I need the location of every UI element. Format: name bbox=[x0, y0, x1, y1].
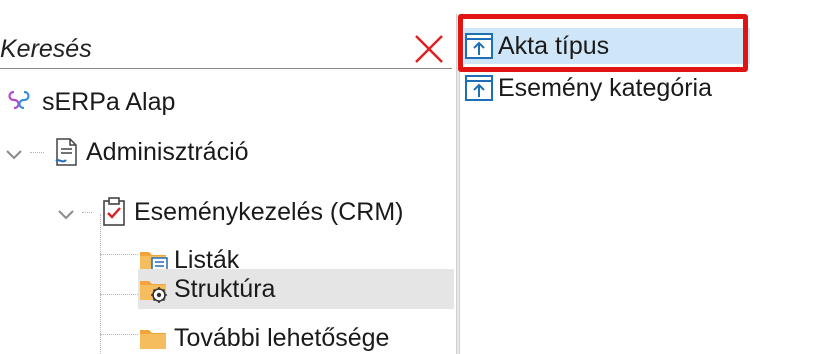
chevron-down-icon[interactable] bbox=[4, 142, 24, 162]
search-input[interactable] bbox=[0, 34, 400, 64]
tree-node-more-options[interactable]: További lehetősége bbox=[138, 318, 389, 354]
tree-connector bbox=[30, 151, 44, 153]
top-strip bbox=[0, 0, 834, 15]
folder-icon bbox=[138, 322, 170, 354]
navigation-tree: sERPa Alap Adminisztráció bbox=[0, 14, 456, 354]
tree-node-label: Eseménykezelés (CRM) bbox=[134, 198, 404, 226]
close-x-icon[interactable] bbox=[412, 32, 446, 66]
search-bar bbox=[0, 30, 452, 69]
navigation-pane: sERPa Alap Adminisztráció bbox=[0, 14, 456, 354]
tree-connector bbox=[100, 254, 138, 255]
list-item-esemeny-kategoria[interactable]: Esemény kategória bbox=[464, 70, 712, 106]
list-item-label: Akta típus bbox=[498, 31, 610, 60]
tree-connector bbox=[82, 211, 92, 213]
content-list-pane: Akta típus Esemény kategória bbox=[458, 14, 834, 354]
app-logo-icon bbox=[4, 86, 38, 118]
tree-node-structure[interactable]: Struktúra bbox=[138, 269, 454, 309]
upload-arrow-icon bbox=[464, 31, 494, 61]
tree-connector bbox=[100, 334, 138, 335]
tree-node-label: Adminisztráció bbox=[86, 138, 249, 166]
list-item-akta-tipus[interactable]: Akta típus bbox=[464, 28, 750, 64]
document-icon bbox=[50, 136, 82, 168]
tree-connector bbox=[100, 294, 138, 295]
tree-node-label: sERPa Alap bbox=[42, 88, 176, 116]
tree-node-administration[interactable]: Adminisztráció bbox=[4, 132, 249, 172]
folder-gear-icon bbox=[138, 273, 170, 305]
chevron-down-icon[interactable] bbox=[56, 202, 76, 222]
tree-connector bbox=[100, 214, 101, 354]
clipboard-check-icon bbox=[98, 196, 130, 228]
tree-node-label: További lehetősége bbox=[174, 324, 390, 352]
upload-arrow-icon bbox=[464, 73, 494, 103]
tree-node-root[interactable]: sERPa Alap bbox=[4, 82, 175, 122]
tree-node-crm[interactable]: Eseménykezelés (CRM) bbox=[56, 192, 404, 232]
tree-node-label: Struktúra bbox=[174, 275, 276, 303]
list-item-label: Esemény kategória bbox=[498, 73, 713, 102]
